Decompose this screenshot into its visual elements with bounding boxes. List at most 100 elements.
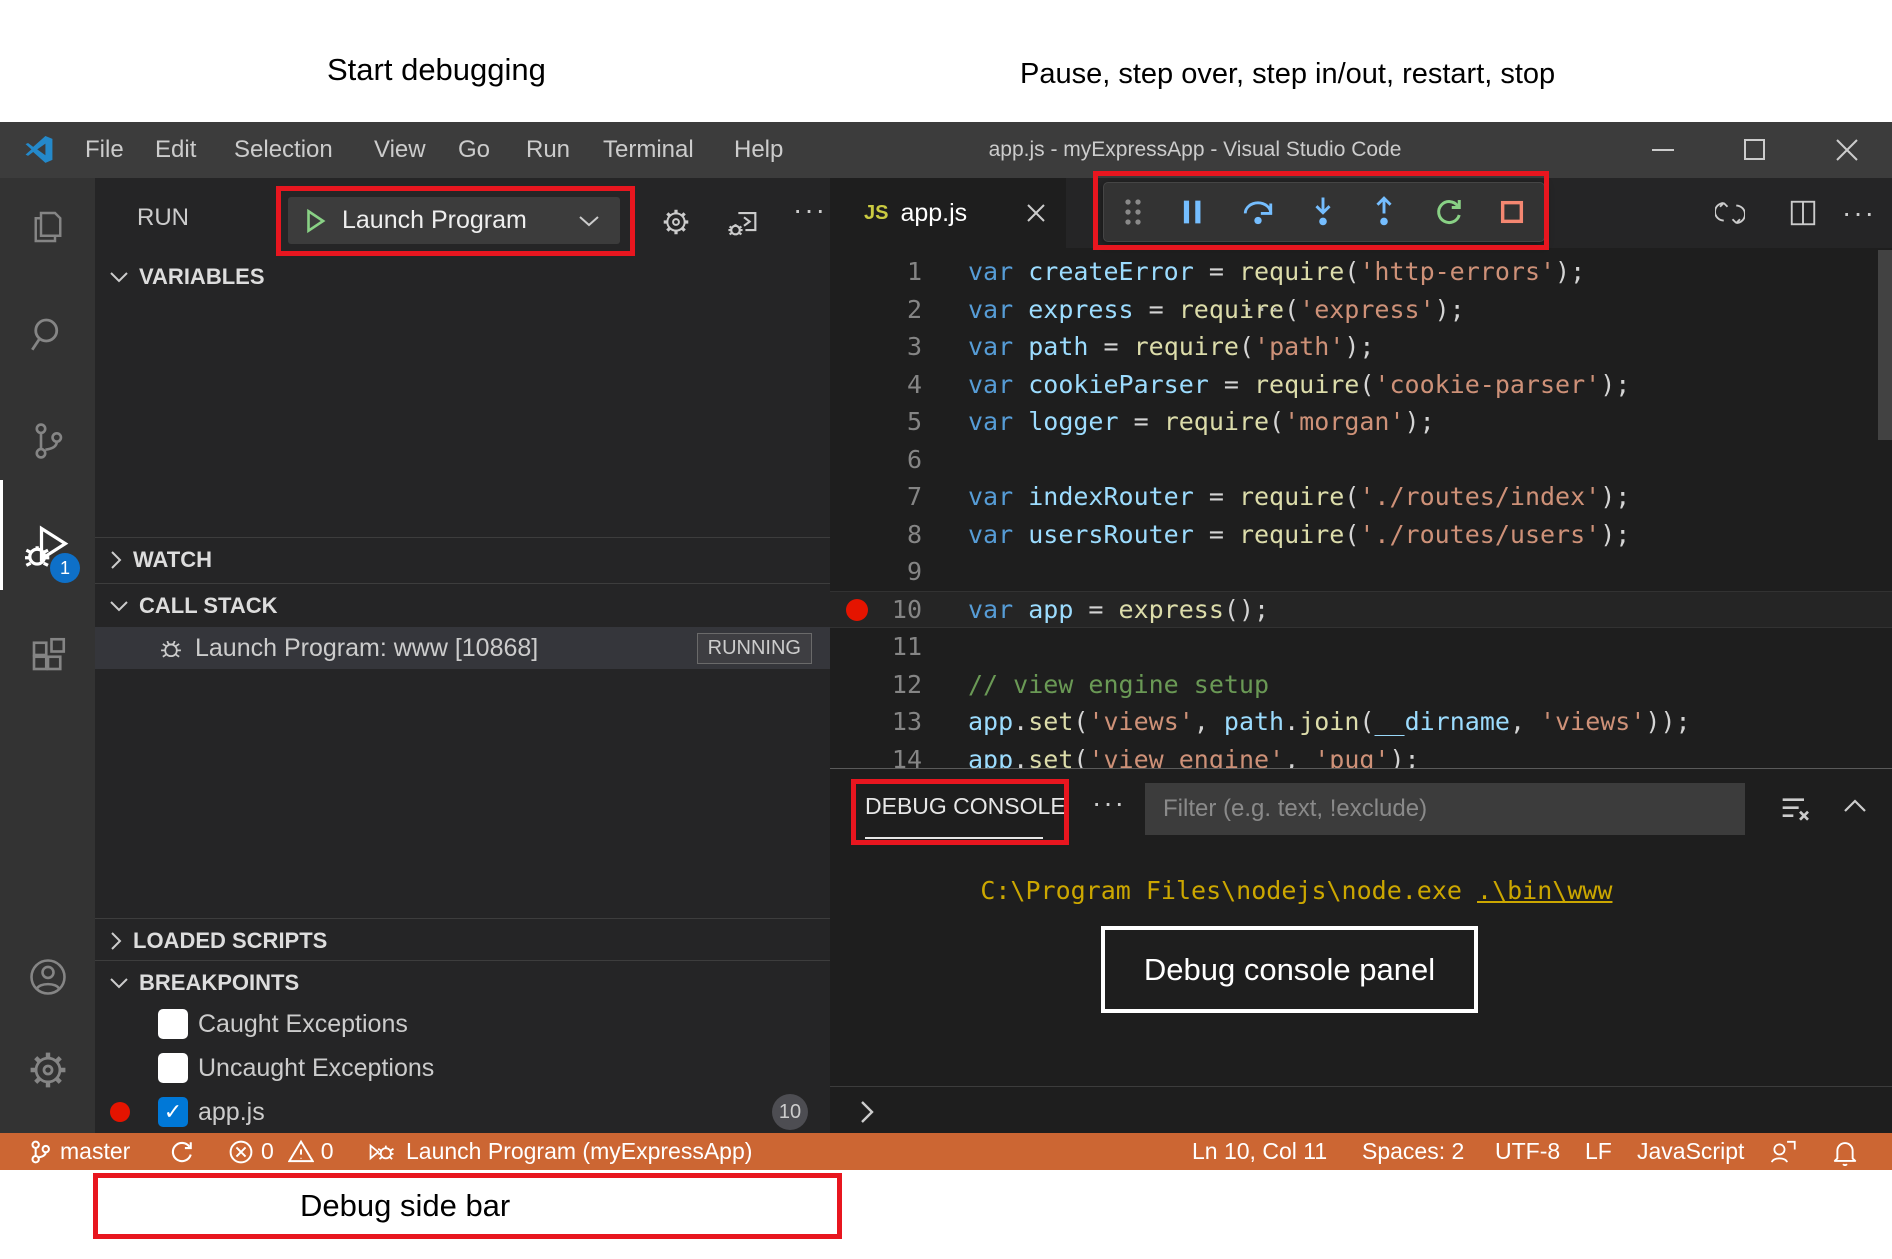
checkbox-appjs[interactable]: ✓	[158, 1097, 188, 1127]
language-mode[interactable]: JavaScript	[1637, 1133, 1744, 1170]
code-editor[interactable]: 1 var createError = require('http-errors'…	[830, 253, 1892, 778]
code-text: var cookieParser = require('cookie-parse…	[968, 366, 1630, 404]
section-watch-label: WATCH	[133, 547, 212, 573]
filter-placeholder: Filter (e.g. text, !exclude)	[1163, 795, 1427, 823]
minimize-button[interactable]	[1652, 148, 1676, 152]
panel-more-actions[interactable]: ···	[1092, 787, 1126, 819]
git-branch-indicator[interactable]: master	[28, 1133, 130, 1170]
console-prompt-chevron[interactable]	[858, 1099, 876, 1125]
run-debug-icon[interactable]: 1	[0, 513, 95, 583]
annotation-console-panel-label: Debug console panel	[1144, 952, 1435, 988]
code-line: 11	[830, 628, 1892, 666]
code-line: 7var indexRouter = require('./routes/ind…	[830, 478, 1892, 516]
annotation-start-debugging: Start debugging	[327, 52, 546, 88]
code-line: 4 var cookieParser = require('cookie-pars…	[830, 366, 1892, 404]
title-bar: File Edit Selection View Go Run Terminal…	[0, 122, 1892, 178]
sync-indicator[interactable]	[168, 1133, 194, 1170]
menu-run[interactable]: Run	[526, 122, 570, 178]
cursor-position[interactable]: Ln 10, Col 11	[1192, 1133, 1327, 1170]
split-editor-icon[interactable]	[1788, 198, 1818, 228]
code-text: var path = require('path');	[968, 328, 1374, 366]
code-text: var express = require('express');	[968, 291, 1465, 329]
warning-count: 0	[321, 1138, 334, 1165]
menu-view[interactable]: View	[374, 122, 426, 178]
sidebar-more-actions[interactable]: ···	[793, 194, 827, 226]
section-breakpoints-label: BREAKPOINTS	[139, 970, 299, 996]
menu-selection[interactable]: Selection	[234, 122, 333, 178]
console-output-path: C:\Program Files\nodejs\node.exe	[980, 876, 1477, 905]
error-count: 0	[261, 1138, 274, 1165]
console-input-divider	[830, 1086, 1892, 1087]
line-number: 1	[830, 253, 922, 291]
breakpoint-row-appjs[interactable]: ✓ app.js 10	[95, 1090, 830, 1134]
activity-bar: 1	[0, 178, 95, 1133]
clear-console-icon[interactable]	[1780, 794, 1812, 824]
menu-terminal[interactable]: Terminal	[603, 122, 694, 178]
checkbox-uncaught-exceptions[interactable]	[158, 1053, 188, 1083]
section-watch[interactable]: WATCH	[95, 537, 830, 581]
code-text: var usersRouter = require('./routes/user…	[968, 516, 1630, 554]
debug-console-toggle-icon[interactable]	[727, 206, 761, 240]
section-call-stack-label: CALL STACK	[139, 593, 278, 619]
maximize-button[interactable]	[1744, 139, 1766, 161]
annotation-box-debug-console	[851, 779, 1069, 845]
section-breakpoints[interactable]: BREAKPOINTS	[95, 960, 830, 1004]
tab-appjs[interactable]: JS app.js	[830, 178, 1066, 248]
menu-help[interactable]: Help	[734, 122, 783, 178]
breakpoint-dot-red	[110, 1102, 130, 1122]
menu-edit[interactable]: Edit	[155, 122, 196, 178]
problems-indicator[interactable]: 0 0	[228, 1133, 334, 1170]
code-text: var indexRouter = require('./routes/inde…	[968, 478, 1630, 516]
breakpoint-label: Caught Exceptions	[198, 1010, 408, 1039]
breakpoint-row-caught[interactable]: Caught Exceptions	[95, 1002, 830, 1046]
close-button[interactable]	[1836, 139, 1858, 161]
code-line: 8var usersRouter = require('./routes/use…	[830, 516, 1892, 554]
section-loaded-scripts[interactable]: LOADED SCRIPTS	[95, 918, 830, 962]
call-stack-session-row[interactable]: Launch Program: www [10868] RUNNING	[95, 627, 830, 669]
code-line: 2var express = require('express');	[830, 291, 1892, 329]
encoding[interactable]: UTF-8	[1495, 1133, 1560, 1170]
line-number: 3	[830, 328, 922, 366]
annotation-box-console-panel: Debug console panel	[1101, 926, 1478, 1013]
section-call-stack[interactable]: CALL STACK	[95, 583, 830, 627]
debug-sidebar: RUN Launch Program ··· VARIABLES WATCH C…	[95, 178, 830, 1133]
checkbox-caught-exceptions[interactable]	[158, 1009, 188, 1039]
console-output-link[interactable]: .\bin\www	[1477, 876, 1612, 905]
account-icon[interactable]	[0, 942, 95, 1012]
notifications-bell-icon[interactable]	[1832, 1133, 1858, 1170]
line-number: 4	[830, 366, 922, 404]
launch-settings-gear-icon[interactable]	[660, 206, 692, 238]
annotation-toolbar: Pause, step over, step in/out, restart, …	[1020, 58, 1555, 91]
section-variables-label: VARIABLES	[139, 264, 265, 290]
eol[interactable]: LF	[1585, 1133, 1612, 1170]
settings-gear-icon[interactable]	[0, 1035, 95, 1105]
search-icon[interactable]	[0, 299, 95, 369]
section-variables[interactable]: VARIABLES	[95, 255, 830, 299]
annotation-box-sidebar	[93, 1173, 842, 1239]
panel-collapse-chevron-icon[interactable]	[1842, 797, 1868, 815]
console-filter-input[interactable]: Filter (e.g. text, !exclude)	[1145, 783, 1745, 835]
code-text: var createError = require('http-errors')…	[968, 253, 1585, 291]
tab-label: app.js	[900, 199, 967, 228]
breakpoint-count-badge: 10	[772, 1094, 808, 1130]
editor-scrollbar[interactable]	[1878, 250, 1892, 440]
tab-close-icon[interactable]	[1025, 202, 1047, 224]
source-control-icon[interactable]	[0, 406, 95, 476]
menu-go[interactable]: Go	[458, 122, 490, 178]
open-changes-icon[interactable]	[1715, 198, 1745, 228]
line-number: 9	[830, 553, 922, 591]
editor-more-actions[interactable]: ···	[1842, 178, 1876, 248]
extensions-icon[interactable]	[0, 620, 95, 690]
window-title: app.js - myExpressApp - Visual Studio Co…	[850, 122, 1540, 178]
breakpoint-row-uncaught[interactable]: Uncaught Exceptions	[95, 1046, 830, 1090]
debug-session-indicator[interactable]: Launch Program (myExpressApp)	[368, 1133, 752, 1170]
indentation[interactable]: Spaces: 2	[1362, 1133, 1464, 1170]
feedback-icon[interactable]	[1768, 1133, 1796, 1170]
explorer-icon[interactable]	[0, 192, 95, 262]
branch-name: master	[60, 1138, 130, 1165]
sidebar-title: RUN	[137, 178, 189, 258]
annotation-box-toolbar	[1093, 171, 1549, 250]
code-text: var app = express();	[968, 591, 1269, 629]
code-line: 3 var path = require('path');	[830, 328, 1892, 366]
menu-file[interactable]: File	[85, 122, 124, 178]
